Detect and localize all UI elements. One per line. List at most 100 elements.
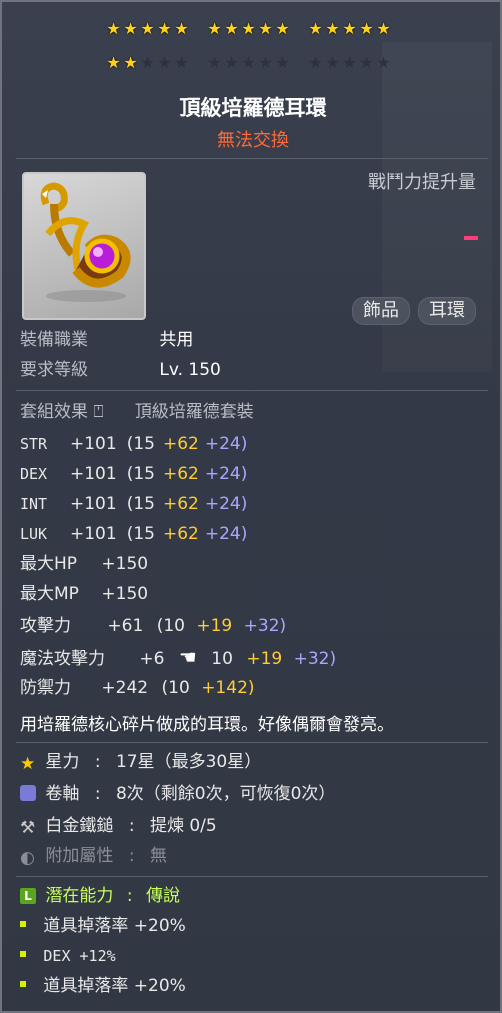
legendary-grade-icon: L: [20, 888, 36, 904]
stat-bonus-b: +32): [243, 616, 287, 636]
stat-row-attack: 攻擊力 +61 (10 +19 +32): [20, 614, 286, 638]
bullet-icon: [20, 921, 26, 927]
set-effect-value: 頂級培羅德套裝: [134, 402, 254, 422]
stat-base: (15: [126, 524, 155, 544]
required-job-value: 共用: [159, 330, 194, 350]
stat-total: +242: [101, 678, 149, 698]
enhance-label: 卷軸: [45, 784, 80, 804]
star-group: ★ ★ ★ ★ ★: [308, 52, 391, 74]
stat-total: +101: [70, 464, 117, 484]
star-force-row-1: ★ ★ ★ ★ ★ ★ ★ ★ ★ ★ ★ ★ ★ ★ ★: [106, 18, 391, 40]
star-filled-icon: ★: [224, 19, 239, 38]
potential-line: 道具掉落率 +20%: [20, 974, 186, 998]
stat-bonus-a: +19: [196, 616, 233, 636]
divider: [16, 158, 488, 159]
star-filled-icon: ★: [241, 19, 256, 38]
stat-base: (10: [161, 678, 190, 698]
stat-value: +150: [101, 554, 149, 574]
enhance-label: 星力: [45, 752, 80, 772]
item-name: 頂級培羅德耳環: [179, 96, 327, 120]
star-filled-icon: ★: [376, 19, 391, 38]
star-empty-icon: ★: [308, 53, 323, 72]
star-filled-icon: ★: [123, 19, 138, 38]
potential-label: 潛在能力: [45, 886, 114, 906]
required-job-label: 裝備職業: [20, 330, 88, 350]
stat-name: 魔法攻擊力: [20, 649, 105, 669]
stat-bonus-a: +62: [162, 524, 199, 544]
enhance-value: 17星（最多30星）: [115, 752, 262, 772]
star-empty-icon: ★: [157, 53, 172, 72]
item-description: 用培羅德核心碎片做成的耳環。好像偶爾會發亮。: [20, 715, 394, 735]
star-group: ★ ★ ★ ★ ★: [207, 18, 290, 40]
star-empty-icon: ★: [207, 53, 222, 72]
additional-option-info: ◐ 附加屬性 : 無: [20, 846, 167, 868]
required-level-label: 要求等級: [20, 360, 88, 380]
stat-bonus-b: +24): [204, 464, 248, 484]
stat-base: (15: [126, 464, 155, 484]
star-filled-icon: ★: [106, 53, 121, 72]
scroll-icon: [20, 785, 36, 801]
stat-row-defense: 防禦力 +242 (10 +142): [20, 676, 255, 700]
potential-header: L 潛在能力 : 傳說: [20, 884, 180, 908]
stat-name: LUK: [20, 525, 48, 543]
stat-bonus-b: +24): [204, 494, 248, 514]
stat-bonus-b: +32): [293, 649, 337, 669]
stat-name: DEX: [20, 465, 48, 483]
enhance-value: 提煉 0/5: [149, 816, 217, 836]
enhance-value: 無: [149, 846, 167, 866]
required-level-row: 要求等級 Lv. 150: [20, 358, 221, 382]
star-force-info: ★ 星力 : 17星（最多30星）: [20, 752, 262, 774]
star-force-row-2: ★ ★ ★ ★ ★ ★ ★ ★ ★ ★ ★ ★ ★ ★ ★: [106, 52, 391, 74]
star-group: ★ ★ ★ ★ ★: [106, 18, 189, 40]
hammer-icon: ⚒: [20, 818, 36, 838]
stat-name: 防禦力: [20, 678, 71, 698]
item-tooltip: ★ ★ ★ ★ ★ ★ ★ ★ ★ ★ ★ ★ ★ ★ ★ ★ ★ ★ ★ ★ ★ ★ ★ ★ ★ ★ ★ ★ ★ ★ 頂級培羅德耳環 …: [0, 0, 502, 1013]
hammer-info: ⚒ 白金鐵鎚 : 提煉 0/5: [20, 816, 217, 838]
bullet-icon: [20, 951, 26, 957]
potential-line-text: 道具掉落率 +20%: [43, 976, 186, 996]
required-job-row: 裝備職業 共用: [20, 328, 193, 352]
stat-row-dex: DEX +101 (15 +62 +24): [20, 462, 247, 486]
stat-base: 10: [211, 649, 233, 669]
stat-row-mp: 最大MP +150: [20, 582, 148, 606]
stat-row-str: STR +101 (15 +62 +24): [20, 432, 247, 456]
stat-value: +150: [101, 584, 149, 604]
trade-status: 無法交換: [217, 130, 289, 151]
enhance-label: 附加屬性: [45, 846, 114, 866]
star-empty-icon: ★: [258, 53, 273, 72]
stat-base: (10: [156, 616, 185, 636]
star-filled-icon: ★: [207, 19, 222, 38]
star-group: ★ ★ ★ ★ ★: [106, 52, 189, 74]
star-filled-icon: ★: [106, 19, 121, 38]
stat-total: +61: [107, 616, 144, 636]
lock-icon: ⍞: [93, 402, 104, 422]
stat-row-int: INT +101 (15 +62 +24): [20, 492, 247, 516]
scroll-info: 卷軸 : 8次（剩餘0次，可恢復0次）: [20, 782, 335, 806]
star-empty-icon: ★: [241, 53, 256, 72]
power-increase-bar: [464, 236, 478, 240]
potential-line-text: DEX +12%: [43, 947, 116, 965]
category-tag-accessory: 飾品: [352, 297, 410, 325]
star-empty-icon: ★: [224, 53, 239, 72]
stat-bonus-a: +62: [162, 464, 199, 484]
star-empty-icon: ★: [376, 53, 391, 72]
stat-base: (15: [126, 434, 155, 454]
stat-name: 最大HP: [20, 554, 78, 574]
soul-icon: ◐: [20, 848, 35, 868]
set-effect-row: 套組效果 ⍞ 頂級培羅德套裝: [20, 400, 254, 424]
set-effect-label: 套組效果: [20, 402, 88, 422]
star-group: ★ ★ ★ ★ ★: [207, 52, 290, 74]
hand-cursor-icon: ☚: [178, 645, 197, 669]
potential-line: DEX +12%: [20, 944, 116, 968]
stat-bonus-b: +24): [204, 434, 248, 454]
stat-row-magic-attack: 魔法攻擊力 +6 ☚ 10 +19 +32): [20, 645, 336, 669]
stat-row-luk: LUK +101 (15 +62 +24): [20, 522, 247, 546]
stat-name: 最大MP: [20, 584, 79, 604]
star-empty-icon: ★: [342, 53, 357, 72]
potential-line-text: 道具掉落率 +20%: [43, 916, 186, 936]
stat-bonus-b: +24): [204, 524, 248, 544]
stat-name: STR: [20, 435, 48, 453]
stat-total: +6: [139, 649, 165, 669]
stat-total: +101: [70, 494, 117, 514]
star-filled-icon: ★: [342, 19, 357, 38]
